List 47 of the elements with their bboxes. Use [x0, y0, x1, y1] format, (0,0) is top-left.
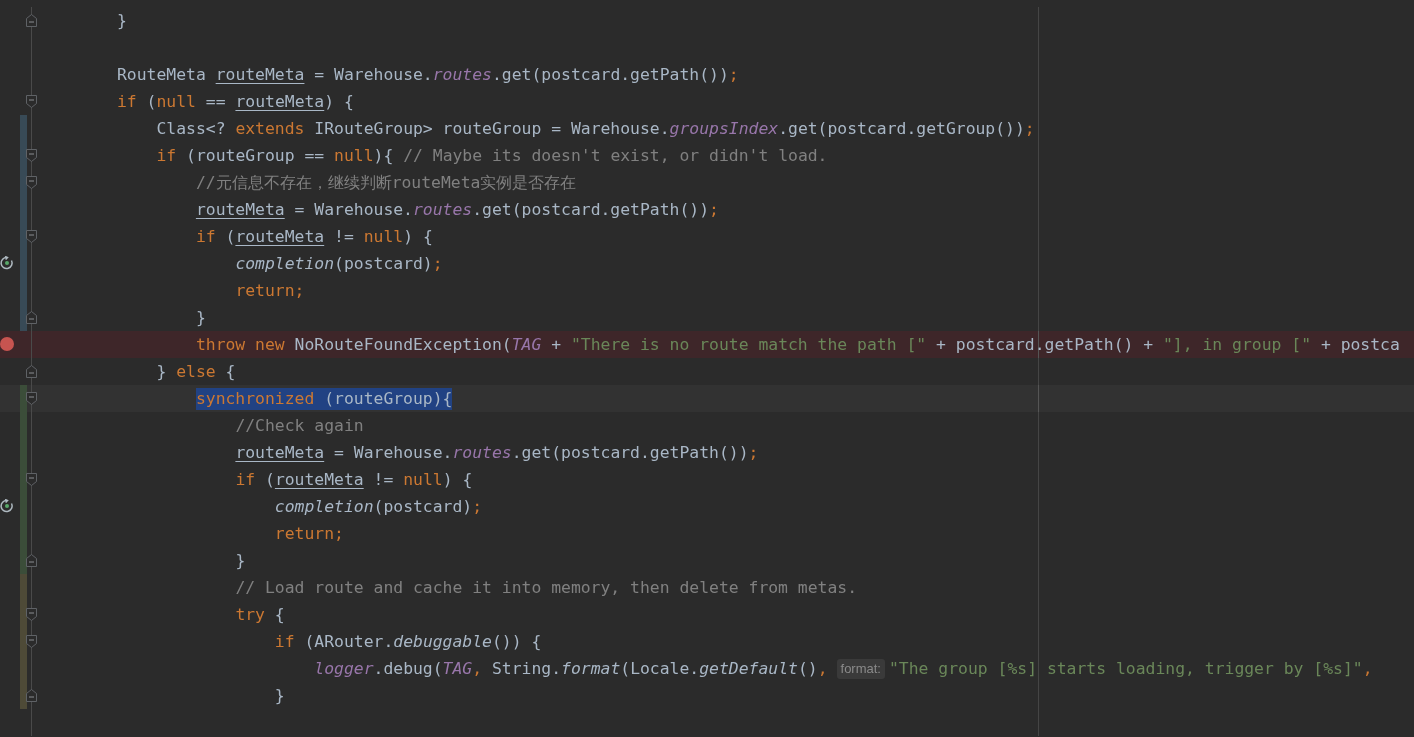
fold-icon[interactable]	[26, 14, 37, 27]
fold-icon[interactable]	[26, 608, 37, 621]
code-text: logger.debug(TAG, String.format(Locale.getDefault(),	[314, 657, 828, 680]
code-text: }	[274, 684, 285, 707]
code-text: }	[195, 306, 206, 329]
code-text: if (null == routeMeta) {	[116, 90, 354, 113]
code-text: try {	[235, 603, 285, 626]
code-text: RouteMeta routeMeta = Warehouse.routes.get(postcard.getPath());	[116, 63, 739, 86]
code-text: routeMeta = Warehouse.routes.get(postcard.getPath());	[235, 441, 759, 464]
code-text: if (routeMeta != null) {	[235, 468, 473, 491]
fold-icon[interactable]	[26, 635, 37, 648]
text-selection: synchronized (routeGroup){	[195, 387, 453, 410]
change-marker[interactable]	[20, 682, 27, 709]
code-text: } else {	[156, 360, 236, 383]
fold-icon[interactable]	[26, 392, 37, 405]
code-text: //Check again	[235, 414, 364, 437]
fold-icon[interactable]	[26, 176, 37, 189]
fold-icon[interactable]	[26, 230, 37, 243]
code-text: Class<? extends IRouteGroup> routeGroup = Warehouse.groupsIndex.get(postcard.getGroup());	[156, 117, 1035, 140]
code-text: if (routeMeta != null) {	[195, 225, 433, 248]
code-text: "The group [%s] starts loading, trigger by [%s]",	[889, 657, 1373, 680]
change-marker[interactable]	[20, 574, 27, 601]
code-text: completion(postcard);	[274, 495, 483, 518]
fold-icon[interactable]	[26, 689, 37, 702]
code-text: return;	[235, 279, 305, 302]
code-text: routeMeta = Warehouse.routes.get(postcard.getPath());	[195, 198, 719, 221]
change-marker[interactable]	[20, 385, 27, 412]
breakpoint-icon[interactable]	[0, 337, 14, 351]
inlay-hint: format:	[836, 658, 885, 679]
code-text: }	[116, 9, 127, 32]
code-text: //元信息不存在，继续判断routeMeta实例是否存在	[195, 171, 577, 194]
code-text: return;	[274, 522, 344, 545]
code-text: throw new NoRouteFoundException(TAG + "There is no route match the path [" + postcard.getPath() + "], in group [" + postca	[195, 333, 1400, 356]
fold-icon[interactable]	[26, 473, 37, 486]
fold-icon[interactable]	[26, 311, 37, 324]
fold-icon[interactable]	[26, 554, 37, 567]
code-text: // Load route and cache it into memory, then delete from metas.	[235, 576, 858, 599]
change-marker[interactable]	[20, 547, 27, 574]
code-text: if (routeGroup == null){ // Maybe its doesn't exist, or didn't load.	[156, 144, 828, 167]
code-text: completion(postcard);	[235, 252, 443, 275]
fold-icon[interactable]	[26, 365, 37, 378]
fold-icon[interactable]	[26, 95, 37, 108]
fold-icon[interactable]	[26, 149, 37, 162]
code-text: if (ARouter.debuggable()) {	[274, 630, 542, 653]
change-marker[interactable]	[20, 304, 27, 331]
change-marker[interactable]	[20, 115, 27, 142]
code-text: }	[235, 549, 246, 572]
